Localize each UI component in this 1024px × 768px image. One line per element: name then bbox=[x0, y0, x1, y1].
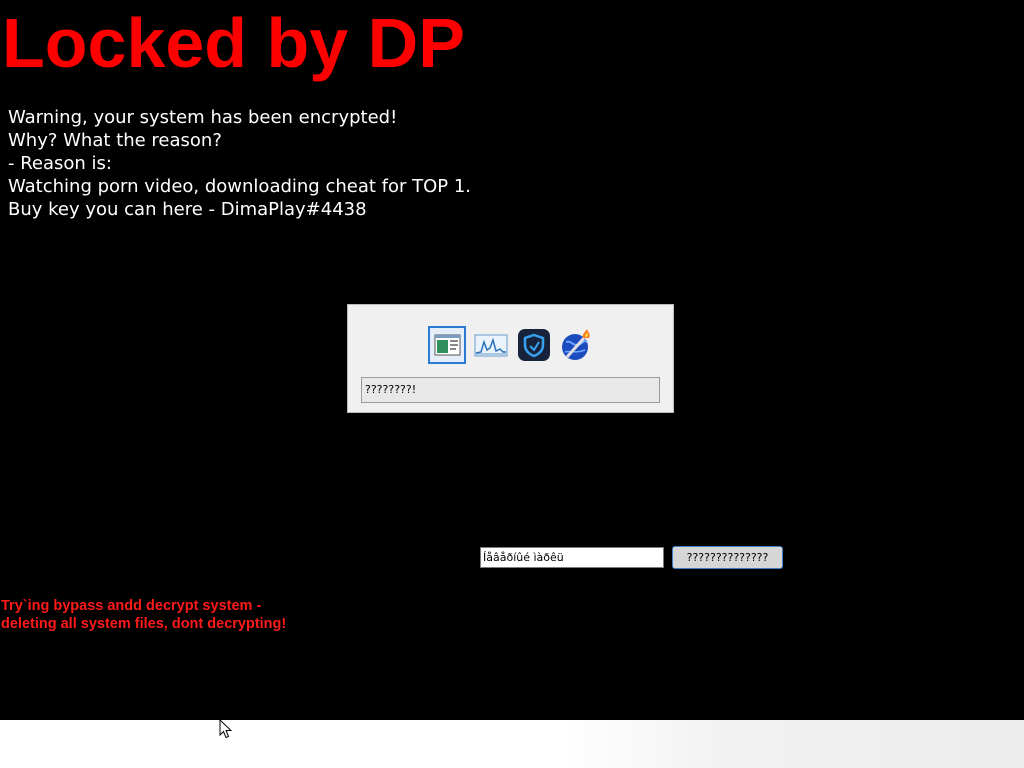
warning-line: deleting all system files, dont decrypti… bbox=[1, 616, 287, 632]
lock-screen: Locked by DP Warning, your system has be… bbox=[0, 0, 1024, 768]
page-title: Locked by DP bbox=[2, 4, 465, 82]
task-switcher-caption: ????????! bbox=[361, 377, 660, 403]
unlock-button[interactable]: ?????????????? bbox=[672, 546, 783, 569]
bottom-strip bbox=[0, 720, 1024, 768]
task-switcher-panel: ????????! bbox=[347, 304, 674, 413]
shield-app-icon[interactable] bbox=[515, 326, 553, 364]
window-app-icon[interactable] bbox=[428, 326, 466, 364]
ransom-message: Warning, your system has been encrypted!… bbox=[8, 106, 471, 221]
performance-graph-icon[interactable] bbox=[472, 326, 510, 364]
message-line: Why? What the reason? bbox=[8, 130, 222, 151]
message-line: Buy key you can here - DimaPlay#4438 bbox=[8, 199, 367, 220]
message-line: Watching porn video, downloading cheat f… bbox=[8, 176, 472, 197]
globe-torch-icon[interactable] bbox=[558, 326, 596, 364]
task-switcher-icons bbox=[428, 326, 598, 366]
message-line: Warning, your system has been encrypted! bbox=[8, 107, 398, 128]
message-line: - Reason is: bbox=[8, 153, 112, 174]
mouse-cursor-icon bbox=[219, 718, 233, 739]
warning-line: Try`ing bypass andd decrypt system - bbox=[1, 598, 262, 614]
warning-message: Try`ing bypass andd decrypt system - del… bbox=[1, 597, 286, 633]
unlock-key-input[interactable] bbox=[480, 547, 664, 568]
